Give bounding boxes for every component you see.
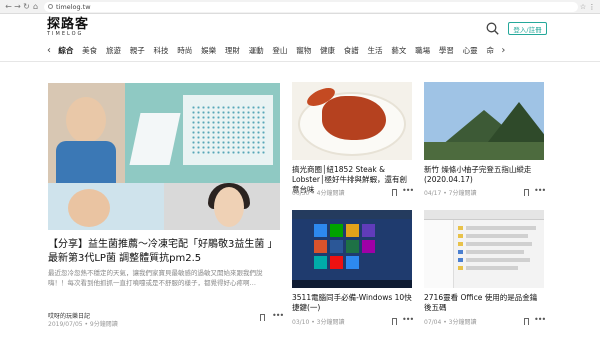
category-tab[interactable]: 運動 (244, 45, 268, 56)
bookmark-icon[interactable] (524, 189, 529, 196)
bookmark-icon[interactable] (392, 318, 397, 325)
card-image[interactable] (292, 210, 412, 288)
more-options-icon[interactable]: ••• (272, 311, 284, 320)
featured-meta: 2019/07/05 • 9分鐘閱讀 (48, 321, 118, 328)
card-title[interactable]: 新竹 燥條小柚子完登五指山縱走(2020.04.17) (424, 165, 544, 185)
category-tab[interactable]: 娛樂 (197, 45, 221, 56)
photo-probiotic-box (125, 83, 280, 183)
more-options-icon[interactable]: ••• (402, 186, 414, 195)
featured-image[interactable] (48, 83, 280, 230)
category-tab[interactable]: 心靈 (458, 45, 482, 56)
address-bar[interactable]: timelog.tw (44, 1, 578, 12)
category-tab[interactable]: 綜合 (54, 45, 78, 56)
category-tab[interactable]: 科技 (149, 45, 173, 56)
card-image[interactable] (292, 82, 412, 160)
category-tab[interactable]: 寵物 (292, 45, 316, 56)
card-meta: 06/30 • 4分鐘閱讀 (292, 190, 345, 197)
chevron-right-icon[interactable]: › (498, 45, 508, 56)
card-title[interactable]: 2716靈看 Office 使用的是品金鑰後五碼 (424, 293, 544, 313)
card-meta: 03/10 • 3分鐘閱讀 (292, 319, 345, 326)
nav-divider (0, 61, 600, 62)
more-options-icon[interactable]: ••• (534, 186, 546, 195)
reload-icon[interactable]: ↻ (22, 2, 31, 11)
category-nav: ‹ 綜合 美食 旅遊 親子 科技 時尚 娛樂 理財 運動 登山 寵物 健康 食譜… (44, 42, 550, 58)
category-tab[interactable]: 健康 (316, 45, 340, 56)
category-tab[interactable]: 藝文 (387, 45, 411, 56)
photo-woman (164, 183, 280, 230)
category-tab[interactable]: 命 (482, 45, 498, 56)
browser-menu-icon[interactable]: ⋮ (588, 3, 596, 11)
bookmark-icon[interactable] (392, 189, 397, 196)
site-logo[interactable]: 探路客 TIMELOG (47, 18, 89, 37)
featured-title[interactable]: 【分享】益生菌推薦～冷凍宅配「好鵰敬3益生菌 」最新第3代LP菌 調整體質抗pm… (48, 238, 280, 266)
category-tab[interactable]: 職場 (411, 45, 435, 56)
category-tab[interactable]: 時尚 (173, 45, 197, 56)
logo-sub-text: TIMELOG (47, 31, 84, 37)
card-image[interactable] (424, 82, 544, 160)
back-icon[interactable]: ← (4, 2, 13, 11)
bookmark-star-icon[interactable]: ☆ (578, 3, 588, 11)
more-options-icon[interactable]: ••• (534, 315, 546, 324)
category-tab[interactable]: 登山 (268, 45, 292, 56)
chevron-left-icon[interactable]: ‹ (44, 45, 54, 56)
category-tab[interactable]: 旅遊 (102, 45, 126, 56)
category-tab[interactable]: 美食 (78, 45, 102, 56)
home-icon[interactable]: ⌂ (31, 2, 40, 11)
more-options-icon[interactable]: ••• (402, 315, 414, 324)
photo-child-drinking (48, 83, 125, 183)
featured-excerpt: 最近忽冷忽熱不穩定的天氣，讓我們家寶貝最敏感的過敏又開始來跟我們說嗨！！每次看到… (48, 269, 263, 287)
category-tab[interactable]: 理財 (220, 45, 244, 56)
category-tab[interactable]: 親子 (125, 45, 149, 56)
bookmark-icon[interactable] (260, 314, 265, 321)
browser-toolbar: ← → ↻ ⌂ timelog.tw ☆ ⋮ (0, 0, 600, 14)
card-title[interactable]: 3511電腦同手必備-Windows 10快捷鍵(一) (292, 293, 412, 313)
login-register-button[interactable]: 登入/註冊 (508, 22, 547, 35)
category-tab[interactable]: 生活 (363, 45, 387, 56)
url-text: timelog.tw (56, 2, 91, 11)
site-info-icon[interactable] (48, 4, 53, 9)
card-meta: 07/04 • 3分鐘閱讀 (424, 319, 477, 326)
logo-main-text: 探路客 (47, 17, 90, 32)
search-icon[interactable] (486, 22, 499, 35)
forward-icon[interactable]: → (13, 2, 22, 11)
bookmark-icon[interactable] (524, 318, 529, 325)
category-tab[interactable]: 食譜 (339, 45, 363, 56)
card-meta: 04/17 • 7分鐘閱讀 (424, 190, 477, 197)
card-image[interactable] (424, 210, 544, 288)
category-tab[interactable]: 學習 (435, 45, 459, 56)
photo-child-eating (48, 183, 164, 230)
